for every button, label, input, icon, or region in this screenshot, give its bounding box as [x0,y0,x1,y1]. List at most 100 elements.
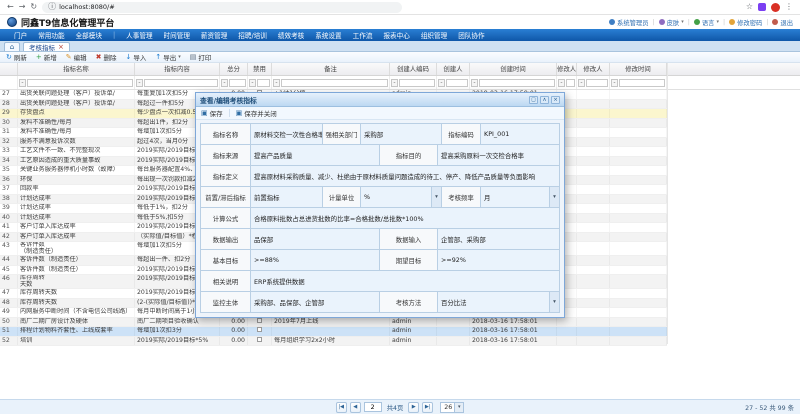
filter-input-content[interactable] [144,79,218,87]
last-page-button[interactable]: ▶| [422,402,433,413]
forward-icon[interactable]: → [19,3,26,11]
save-button[interactable]: ▣ 保存 [201,108,223,118]
column-header-content[interactable]: 指标内容 [135,63,220,75]
column-header-disabled[interactable]: 禁用 [248,63,272,75]
filter-operator-button[interactable]: - [471,79,478,87]
column-header-created_at[interactable]: 创建时间 [470,63,557,75]
nav-item-11[interactable]: 报表中心 [383,30,409,40]
filter-operator-button[interactable]: - [578,79,585,87]
filter-input-modified_at[interactable] [619,79,665,87]
data-output-value[interactable]: 品保部 [251,229,380,250]
filter-input-disabled[interactable] [257,79,270,87]
filter-operator-button[interactable]: - [391,79,398,87]
filter-input-created_at[interactable] [479,79,555,87]
method-select[interactable]: 百分比法 ▾ [438,292,560,313]
filter-operator-button[interactable]: - [221,79,228,87]
column-header-remark[interactable]: 备注 [272,63,390,75]
nav-item-5[interactable]: 时间管理 [164,30,190,40]
nav-item-4[interactable]: 人事管理 [126,30,152,40]
nav-item-8[interactable]: 绩效考核 [278,30,304,40]
toolbar-add-button[interactable]: +新增 [36,52,57,62]
table-row[interactable]: 51排程计划物料齐套性、上线成套率每增加1次扣3分0.00admin2018-0… [0,327,667,337]
nav-item-3[interactable]: 全部模块 [76,30,102,40]
filter-input-modifier[interactable] [586,79,608,87]
indicator-definition-value[interactable]: 提高原材料采购质量、减少、杜绝由于原材料质量问题造成的待工、停产、降低产品质量等… [251,166,560,187]
page-size-select[interactable]: 26 ▾ [440,402,464,413]
filter-input-name[interactable] [27,79,133,87]
nav-item-12[interactable]: 组织管理 [421,30,447,40]
column-header-creator[interactable]: 创建人 [437,63,470,75]
browser-menu-icon[interactable]: ⋮ [785,3,793,11]
window-collapse-icon[interactable]: ∧ [540,96,549,104]
prev-page-button[interactable]: ◀ [350,402,361,413]
toolbar-refresh-button[interactable]: ↻刷新 [6,52,27,62]
column-header-modified_at[interactable]: 修改时间 [610,63,667,75]
toolbar-print-button[interactable]: ▤打印 [190,52,212,62]
filter-input-creator_code[interactable] [399,79,435,87]
header-logout[interactable]: 退出 [772,18,793,27]
notes-value[interactable]: ERP系统提供数据 [251,271,560,292]
column-header-creator_code[interactable]: 创建人编码 [390,63,437,75]
indicator-source-value[interactable]: 提高产品质量 [251,145,380,166]
table-row[interactable]: 52培训2019实际/2019目标*5%0.00每月组织学习2x2小时admin… [0,337,667,347]
save-and-close-button[interactable]: ▣ 保存并关闭 [236,108,277,118]
nav-item-9[interactable]: 系统设置 [315,30,341,40]
tab-close-icon[interactable]: × [58,44,64,51]
dropdown-caret-icon[interactable]: ▾ [431,187,441,207]
filter-operator-button[interactable]: - [273,79,280,87]
header-user[interactable]: 系统管理员 [609,18,648,27]
reload-icon[interactable]: ↻ [30,3,37,11]
indicator-name-value[interactable]: 原材料交检一次性合格率 [251,124,323,145]
filter-operator-button[interactable]: - [611,79,618,87]
indicator-code-value[interactable]: KPI_001 [481,124,560,145]
dropdown-caret-icon[interactable]: ▾ [549,292,559,312]
dropdown-caret-icon[interactable]: ▾ [549,187,559,207]
filter-operator-button[interactable]: - [558,79,565,87]
column-header-modifier_code[interactable]: 修改人编码 [557,63,577,75]
address-bar[interactable]: ⓘ localhost:8080/# [42,2,402,13]
data-input-value[interactable]: 企管部、采购部 [438,229,560,250]
site-info-icon[interactable]: ⓘ [48,3,56,11]
tab-assessment-indicators[interactable]: 考核指标 × [23,42,70,51]
bookmark-star-icon[interactable]: ☆ [746,3,753,11]
disable-checkbox[interactable] [257,337,262,342]
filter-input-score[interactable] [229,79,246,87]
home-tab[interactable]: ⌂ [4,42,20,51]
filter-input-creator[interactable] [446,79,468,87]
disable-checkbox[interactable] [257,327,262,332]
header-skin[interactable]: 皮肤▾ [659,18,684,27]
header-change-password[interactable]: 修改密码 [729,18,762,27]
page-number-input[interactable] [364,402,382,412]
nav-item-6[interactable]: 薪资管理 [201,30,227,40]
disable-checkbox[interactable] [257,318,262,323]
expected-target-value[interactable]: >=92% [438,250,560,271]
indicator-purpose-value[interactable]: 提高采购原料一次交检合格率 [438,145,560,166]
monitor-subject-value[interactable]: 采购部、品保部、企管部 [251,292,380,313]
toolbar-delete-button[interactable]: ✖删除 [96,52,117,62]
nav-item-10[interactable]: 工作流 [353,30,373,40]
extension-icon[interactable] [758,3,766,11]
next-page-button[interactable]: ▶ [408,402,419,413]
window-close-icon[interactable]: × [551,96,560,104]
frequency-select[interactable]: 月 ▾ [481,187,560,208]
table-row[interactable]: 50南厂二期厂房设计及硬体南厂二期项目验收确认0.002019年7月上线admi… [0,318,667,328]
dialog-title-bar[interactable]: 查看/编辑考核指标 ◻ ∧ × [196,93,564,107]
column-header-modifier[interactable]: 修改人 [577,63,610,75]
nav-item-2[interactable]: 常用功能 [38,30,64,40]
filter-operator-button[interactable]: - [249,79,256,87]
nav-item-7[interactable]: 招聘/培训 [238,30,267,40]
filter-input-modifier_code[interactable] [566,79,575,87]
toolbar-export-button[interactable]: ↑导出▾ [155,52,180,62]
column-header-name[interactable]: 指标名称 [18,63,135,75]
formula-value[interactable]: 合格原料批数占总进货批数的比率=合格批数/总批数*100% [251,208,560,229]
nav-item-1[interactable]: 门户 [14,30,27,40]
toolbar-edit-button[interactable]: ✎编辑 [66,52,87,62]
window-restore-icon[interactable]: ◻ [529,96,538,104]
column-header-score[interactable]: 总分 [220,63,248,75]
filter-operator-button[interactable]: - [19,79,26,87]
filter-input-remark[interactable] [281,79,388,87]
first-page-button[interactable]: |◀ [336,402,347,413]
profile-avatar[interactable] [771,3,780,12]
basic-target-value[interactable]: >=88% [251,250,380,271]
related-dept-value[interactable]: 采购部 [361,124,442,145]
